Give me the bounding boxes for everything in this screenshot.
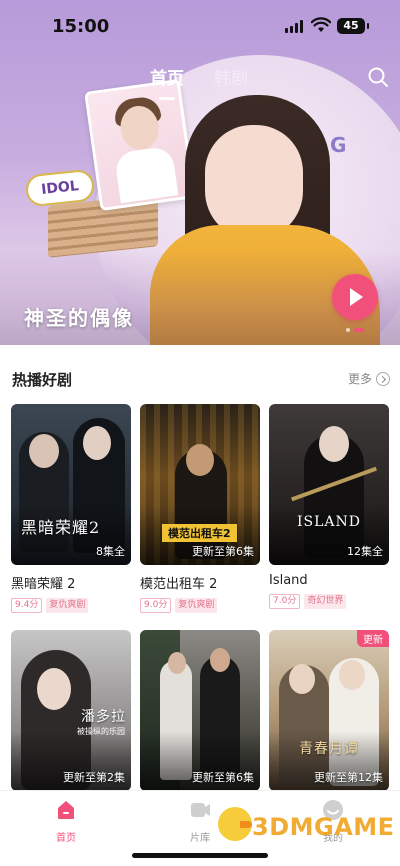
show-tags: 7.0分 奇幻世界 [269, 594, 389, 609]
show-title: Island [269, 573, 308, 588]
genre-tag: 复仇爽剧 [46, 598, 89, 613]
hero-figure-face [205, 125, 303, 240]
show-poster: 更新至第6集 [140, 630, 260, 791]
poster-subcaption: 被操纵的乐园 [77, 727, 125, 736]
show-card[interactable]: 潘多拉 被操纵的乐园 更新至第2集 [11, 630, 131, 791]
video-library-icon [191, 803, 210, 817]
show-tags: 9.4分 复仇爽剧 [11, 598, 131, 613]
top-tabs: 首页 韩剧 [150, 64, 248, 100]
show-tags: 9.0分 复仇爽剧 [140, 598, 260, 613]
episode-badge: 更新至第12集 [314, 771, 383, 784]
carousel-indicator [346, 328, 364, 332]
section-title: 热播好剧 [12, 371, 73, 389]
show-card[interactable]: 模范出租车2 更新至第6集 模范出租车 2 9.0分 复仇爽剧 [140, 404, 260, 613]
hero-photo-card [84, 78, 196, 212]
episode-badge: 更新至第6集 [192, 545, 254, 558]
nav-home[interactable]: 首页 [31, 799, 101, 844]
signal-icon [285, 20, 305, 33]
new-badge: 更新 [357, 630, 389, 647]
show-title: 模范出租车 2 [140, 577, 218, 592]
show-poster: 模范出租车2 更新至第6集 [140, 404, 260, 565]
show-card[interactable]: ISLAND 12集全 Island 7.0分 奇幻世界 [269, 404, 389, 609]
more-label: 更多 [347, 372, 372, 386]
show-title: 黑暗荣耀 2 [11, 577, 76, 592]
show-poster: 更新 青春月谭 更新至第12集 [269, 630, 389, 791]
score-tag: 9.4分 [11, 598, 43, 613]
more-link[interactable]: 更多 [348, 370, 390, 387]
home-icon [58, 801, 74, 819]
wifi-icon [311, 17, 331, 32]
poster-caption: 潘多拉 [81, 709, 126, 725]
show-poster: 潘多拉 被操纵的乐园 更新至第2集 [11, 630, 131, 791]
hero-decor-letter: G [330, 133, 347, 157]
duck-logo-icon [218, 807, 252, 841]
status-bar: 15:00 45 [0, 0, 400, 52]
show-card[interactable]: 更新至第6集 [140, 630, 260, 791]
tab-kdrama[interactable]: 韩剧 [214, 64, 248, 94]
battery-icon: 45 [337, 18, 369, 34]
hero-title[interactable]: 神圣的偶像 [24, 302, 134, 331]
chevron-right-icon [376, 371, 390, 386]
poster-caption: 模范出租车2 [162, 524, 237, 542]
poster-caption: 黑暗荣耀2 [21, 518, 101, 537]
poster-caption: 青春月谭 [299, 741, 359, 757]
home-indicator[interactable] [132, 853, 268, 858]
score-tag: 9.0分 [140, 598, 172, 613]
nav-label: 首页 [56, 833, 76, 844]
score-tag: 7.0分 [269, 594, 301, 609]
tab-home[interactable]: 首页 [150, 64, 184, 100]
episode-badge: 12集全 [347, 545, 383, 558]
episode-badge: 更新至第6集 [192, 771, 254, 784]
show-card[interactable]: 黑暗荣耀2 8集全 黑暗荣耀 2 9.4分 复仇爽剧 [11, 404, 131, 613]
show-poster: 黑暗荣耀2 8集全 [11, 404, 131, 565]
watermark-text: 3DMGAME [252, 813, 395, 841]
status-time: 15:00 [52, 16, 110, 37]
carousel-dot-active [354, 328, 364, 332]
play-button[interactable] [332, 274, 378, 320]
show-poster: ISLAND 12集全 [269, 404, 389, 565]
poster-caption: ISLAND [297, 514, 362, 530]
carousel-dot [346, 328, 350, 332]
search-icon[interactable] [367, 66, 389, 88]
episode-badge: 8集全 [96, 545, 125, 558]
genre-tag: 奇幻世界 [304, 594, 347, 609]
show-card[interactable]: 更新 青春月谭 更新至第12集 [269, 630, 389, 791]
episode-badge: 更新至第2集 [63, 771, 125, 784]
site-watermark: 3DMGAME [216, 797, 396, 857]
section-header: 热播好剧 更多 [12, 369, 390, 391]
genre-tag: 复仇爽剧 [175, 598, 218, 613]
play-icon [350, 288, 363, 306]
